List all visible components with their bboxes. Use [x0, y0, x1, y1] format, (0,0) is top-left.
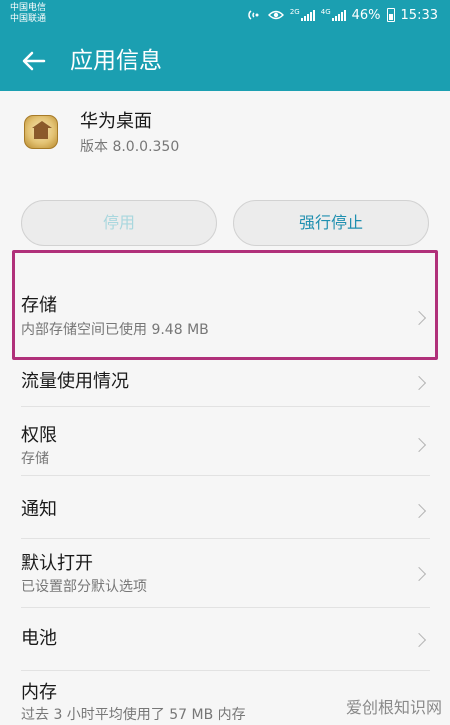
signal-1: 2G: [290, 9, 315, 21]
chevron-right-icon: [411, 375, 427, 391]
chevron-right-icon: [411, 437, 427, 453]
settings-row-notifications[interactable]: 通知: [0, 476, 450, 538]
app-header: 华为桌面 版本 8.0.0.350: [0, 91, 450, 195]
row-subtitle: 存储: [21, 451, 49, 467]
app-version: 版本 8.0.0.350: [80, 139, 180, 155]
nfc-icon: [248, 8, 262, 22]
chevron-right-icon: [411, 310, 427, 326]
chevron-right-icon: [411, 566, 427, 582]
row-subtitle: 内部存储空间已使用 9.48 MB: [21, 322, 209, 338]
carrier-2: 中国联通: [10, 14, 47, 24]
battery-icon: [386, 8, 395, 22]
row-title: 流量使用情况: [21, 371, 129, 392]
row-title: 电池: [21, 628, 57, 649]
row-subtitle: 已设置部分默认选项: [21, 579, 147, 595]
arrow-left-icon[interactable]: [20, 46, 50, 76]
row-title: 默认打开: [21, 553, 93, 574]
row-title: 存储: [21, 295, 57, 316]
app-bar: 应用信息: [0, 30, 450, 91]
settings-row-permissions[interactable]: 权限 存储: [0, 407, 450, 475]
force-stop-button[interactable]: 强行停止: [233, 200, 429, 246]
app-name: 华为桌面: [80, 111, 152, 132]
carrier-info: 中国电信 中国联通: [10, 3, 46, 25]
chevron-right-icon: [411, 503, 427, 519]
network-2-label: 4G: [320, 8, 331, 16]
settings-row-battery[interactable]: 电池: [0, 608, 450, 670]
settings-row-storage[interactable]: 存储 内部存储空间已使用 9.48 MB: [0, 252, 450, 358]
page-title: 应用信息: [70, 48, 162, 74]
status-icons: 2G 4G 46% 15:33: [248, 6, 438, 24]
row-subtitle: 过去 3 小时平均使用了 57 MB 内存: [21, 707, 246, 723]
disable-button[interactable]: 停用: [21, 200, 217, 246]
status-bar: 中国电信 中国联通 2G 4G 46% 15:33: [0, 0, 450, 30]
row-title: 权限: [21, 425, 57, 446]
battery-percent: 46%: [351, 7, 381, 23]
settings-row-open-by-default[interactable]: 默认打开 已设置部分默认选项: [0, 539, 450, 607]
signal-2: 4G: [321, 9, 346, 21]
watermark: 爱创根知识网: [345, 698, 442, 717]
carrier-1: 中国电信: [10, 3, 47, 13]
eye-comfort-icon: [267, 9, 284, 21]
signal-icon: [300, 10, 315, 21]
huawei-launcher-app-icon: [24, 115, 58, 149]
signal-icon: [331, 10, 346, 21]
row-title: 内存: [21, 682, 57, 703]
chevron-right-icon: [411, 632, 427, 648]
clock: 15:33: [400, 7, 438, 23]
row-title: 通知: [21, 499, 57, 520]
network-1-label: 2G: [289, 8, 300, 16]
settings-row-data-usage[interactable]: 流量使用情况: [0, 360, 450, 406]
